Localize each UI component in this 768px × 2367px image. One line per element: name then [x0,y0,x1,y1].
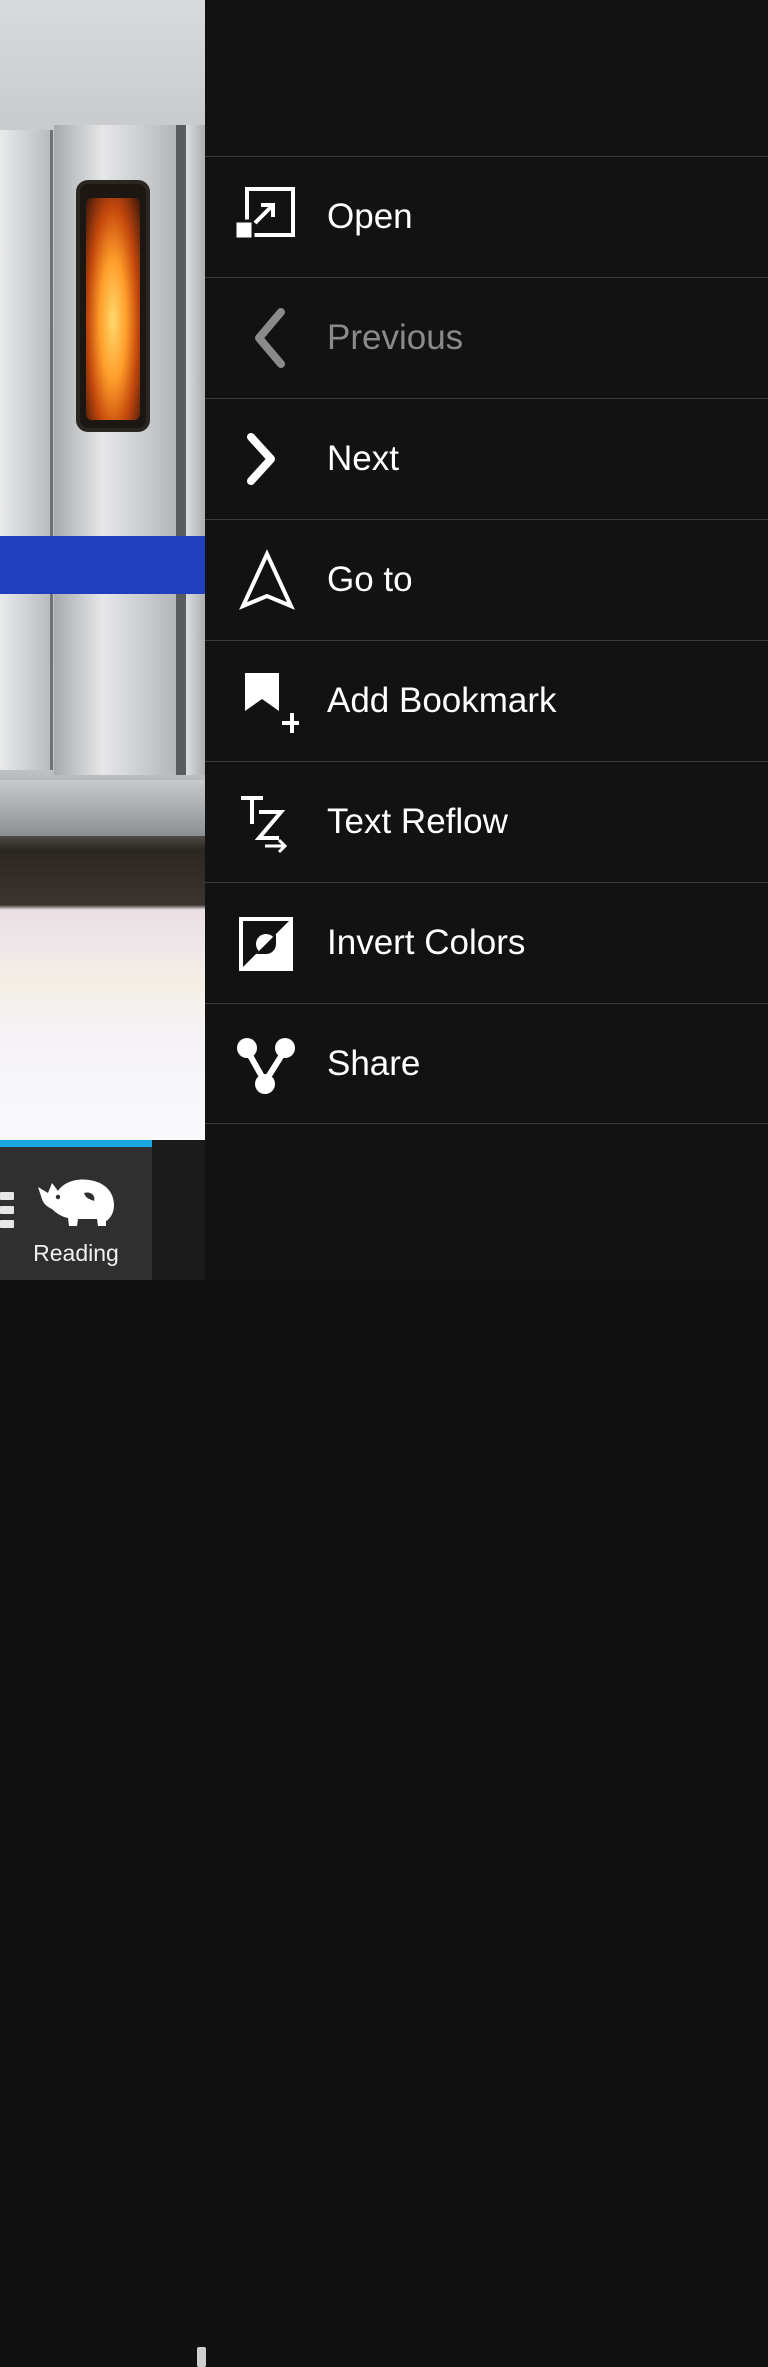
bottom-action-bar: Reading [0,1140,206,2367]
share-icon [235,1032,299,1096]
next-tab-icon[interactable] [197,2347,206,2367]
menu-item-next-label: Next [327,439,399,478]
rhino-icon [36,1169,118,1227]
chevron-right-icon [235,427,299,491]
train-window [76,180,150,432]
train-blue-stripe [0,536,206,594]
menu-item-open[interactable]: Open [205,156,768,276]
platform [0,910,206,1140]
open-icon [235,185,299,249]
menu-item-share[interactable]: Share [205,1003,768,1124]
menu-item-add-bookmark[interactable]: Add Bookmark [205,640,768,760]
train-skirt [0,780,206,836]
menu-item-invert-colors-label: Invert Colors [327,923,526,962]
train-door-left [0,130,53,770]
document-page-image [0,0,206,1140]
chevron-left-icon [235,306,299,370]
menu-item-previous[interactable]: Previous [205,277,768,397]
invert-colors-icon [235,911,299,975]
train-door-post [176,125,186,775]
navigate-icon [235,548,299,612]
active-tab-indicator [0,1140,152,1147]
context-menu: Open Previous Next Go to Add Bookmark Te… [205,0,768,1280]
menu-item-invert-colors[interactable]: Invert Colors [205,882,768,1002]
text-reflow-icon [235,790,299,854]
menu-item-share-label: Share [327,1044,421,1083]
menu-item-open-label: Open [327,197,413,236]
train-door-right [186,125,206,775]
menu-item-text-reflow-label: Text Reflow [327,802,508,841]
tab-reading[interactable]: Reading [0,1147,152,1280]
tab-reading-label: Reading [33,1240,119,1266]
menu-item-previous-label: Previous [327,318,464,357]
menu-item-add-bookmark-label: Add Bookmark [327,681,557,720]
menu-item-text-reflow[interactable]: Text Reflow [205,761,768,881]
bookmark-add-icon [235,669,299,733]
overflow-handle-icon[interactable] [0,1192,14,1236]
menu-item-go-to-label: Go to [327,560,413,599]
menu-item-go-to[interactable]: Go to [205,519,768,639]
menu-item-next[interactable]: Next [205,398,768,518]
